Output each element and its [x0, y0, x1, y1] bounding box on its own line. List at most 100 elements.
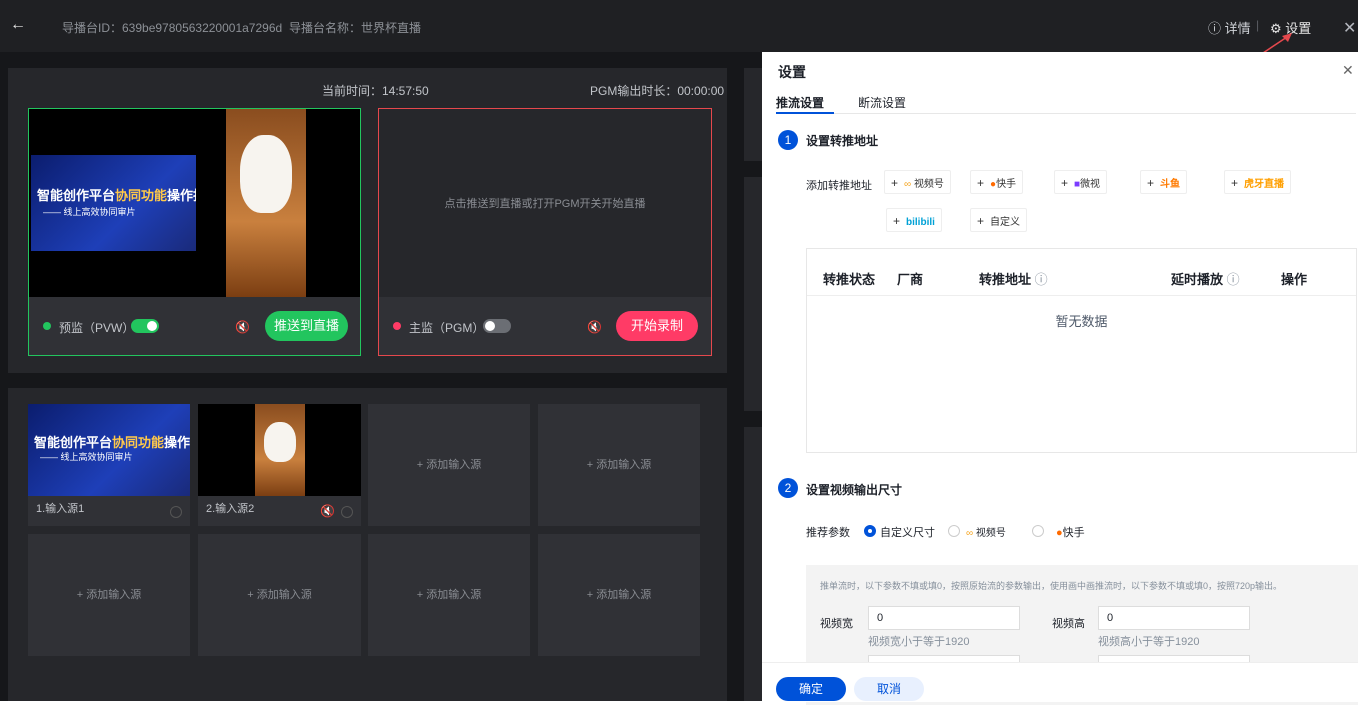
mute-icon[interactable]: 🔇 — [587, 320, 602, 334]
step-1-badge: 1 — [778, 130, 798, 150]
step-2-title: 设置视频输出尺寸 — [806, 483, 903, 497]
current-time: 当前时间：14:57:50 — [322, 84, 429, 98]
pvw-toggle[interactable] — [131, 319, 159, 333]
info-icon[interactable]: ⓘ — [1227, 272, 1240, 287]
dog-video-frame — [226, 109, 306, 297]
pvw-control-bar: 预监（PVW） 🔇 推送到直播 — [29, 297, 360, 355]
video-height-tip: 视频高小于等于1920 — [1098, 636, 1200, 648]
add-source-tile[interactable]: + 添加输入源 — [28, 534, 190, 656]
wechat-channels-icon: ∞ — [966, 528, 974, 539]
video-width-tip: 视频宽小于等于1920 — [868, 636, 970, 648]
video-width-input[interactable]: 0 — [868, 606, 1020, 630]
add-source-tile[interactable]: + 添加输入源 — [538, 404, 700, 526]
source-radio[interactable] — [341, 506, 353, 518]
add-source-tile[interactable]: + 添加输入源 — [368, 534, 530, 656]
pgm-label: 主监（PGM） — [409, 321, 485, 335]
radio-custom-size-label: 自定义尺寸 — [880, 527, 935, 539]
poster-title-suffix: 操作指南 — [167, 188, 196, 203]
settings-drawer: 设置 ✕ 推流设置 断流设置 1 设置转推地址 添加转推地址 + ∞ 视频号 + ●… — [762, 52, 1358, 705]
radio-wechat-channels-text: 视频号 — [975, 528, 1006, 539]
arrow-left-icon[interactable]: ← — [10, 16, 26, 34]
mute-icon[interactable]: 🔇 — [320, 504, 335, 518]
recommend-label: 推荐参数 — [806, 527, 850, 539]
poster-title: 智能创作平台协同功能操作指南 — [34, 432, 190, 451]
tab-cutoff-settings[interactable]: 断流设置 — [858, 94, 906, 111]
add-relay-label: 添加转推地址 — [806, 180, 872, 192]
video-height-label: 视频高 — [1052, 618, 1085, 630]
close-icon[interactable]: ✕ — [1343, 18, 1356, 38]
pgm-monitor[interactable]: 点击推送到直播或打开PGM开关开始直播 主监（PGM） 🔇 开始录制 — [378, 108, 712, 356]
poster-title-suffix: 操作指南 — [164, 435, 190, 450]
tab-push-settings[interactable]: 推流设置 — [776, 94, 824, 111]
source-label: 2.输入源2 — [206, 503, 255, 515]
poster-thumbnail: 智能创作平台协同功能操作指南 —— 线上高效协同审片 — [31, 155, 196, 251]
col-vendor: 厂商 — [897, 272, 924, 287]
workspace: 当前时间：14:57:50 PGM输出时长：00:00:00 智能创作平台协同功… — [0, 52, 762, 701]
tabs-divider — [776, 113, 1356, 114]
pgm-status-dot — [393, 322, 401, 330]
add-weishi-button[interactable]: + ■微视 — [1054, 170, 1108, 194]
pvw-monitor[interactable]: 智能创作平台协同功能操作指南 —— 线上高效协同审片 预监（PVW） 🔇 推送到… — [28, 108, 361, 356]
drawer-footer: 确定 取消 — [762, 662, 1358, 702]
side-panel-b — [744, 177, 762, 411]
add-source-tile[interactable]: + 添加输入源 — [198, 534, 361, 656]
director-name: 导播台名称：世界杯直播 — [289, 21, 422, 35]
source-tile-2[interactable]: 2.输入源2 🔇 — [198, 404, 361, 526]
add-wechat-channels-button[interactable]: + ∞ 视频号 — [884, 170, 951, 194]
pgm-screen: 点击推送到直播或打开PGM开关开始直播 — [379, 109, 711, 297]
source-label: 1.输入源1 — [36, 503, 85, 515]
confirm-button[interactable]: 确定 — [776, 677, 846, 701]
empty-state: 暂无数据 — [1055, 314, 1108, 329]
output-size-hint: 推单流时，以下参数不填或填0，按照原始流的参数输出，使用画中画推流时，以下参数不… — [820, 581, 1283, 591]
step-2-badge: 2 — [778, 478, 798, 498]
poster-thumbnail: 智能创作平台协同功能操作指南 —— 线上高效协同审片 — [28, 404, 190, 496]
dog-image — [264, 422, 296, 462]
add-douyu-button[interactable]: + 斗鱼 — [1140, 170, 1188, 194]
radio-wechat-channels[interactable] — [948, 525, 960, 537]
table-header-divider — [807, 295, 1356, 296]
mute-icon[interactable]: 🔇 — [235, 320, 250, 334]
add-source-tile[interactable]: + 添加输入源 — [538, 534, 700, 656]
douyu-logo: 斗鱼 — [1160, 179, 1181, 190]
pvw-screen: 智能创作平台协同功能操作指南 —— 线上高效协同审片 — [29, 109, 360, 297]
pgm-duration: PGM输出时长：00:00:00 — [590, 84, 725, 98]
add-huya-button[interactable]: + 虎牙直播 — [1224, 170, 1292, 194]
kuaishou-icon: ● — [1056, 527, 1063, 539]
start-record-button[interactable]: 开始录制 — [616, 311, 698, 341]
settings-title: 设置 — [778, 64, 806, 80]
top-bar: ← 导播台ID：639be9780563220001a7296d 导播台名称：世… — [0, 0, 1358, 52]
bilibili-logo: bilibili — [906, 217, 935, 228]
close-icon[interactable]: ✕ — [1342, 62, 1354, 79]
active-tab-indicator — [776, 112, 834, 114]
add-bilibili-button[interactable]: + bilibili — [886, 208, 942, 232]
video-height-input[interactable]: 0 — [1098, 606, 1250, 630]
platform-label: 视频号 — [913, 179, 944, 190]
radio-kuaishou[interactable] — [1032, 525, 1044, 537]
radio-custom-size[interactable] — [864, 525, 876, 537]
radio-kuaishou-label: ●快手 — [1056, 524, 1085, 540]
add-custom-button[interactable]: + 自定义 — [970, 208, 1028, 232]
platform-label: 快手 — [996, 179, 1017, 190]
source-tile-1[interactable]: 智能创作平台协同功能操作指南 —— 线上高效协同审片 1.输入源1 — [28, 404, 190, 526]
poster-title-highlight: 协同功能 — [115, 188, 168, 203]
step-1-title: 设置转推地址 — [806, 134, 879, 148]
dog-image — [240, 135, 292, 213]
video-width-label: 视频宽 — [820, 618, 853, 630]
col-relay-url: 转推地址 ⓘ — [979, 269, 1048, 288]
cancel-button[interactable]: 取消 — [854, 677, 924, 701]
source-radio[interactable] — [170, 506, 182, 518]
side-panel-c — [744, 427, 762, 701]
pvw-label: 预监（PVW） — [59, 321, 135, 335]
add-kuaishou-button[interactable]: + ●快手 — [970, 170, 1024, 194]
pgm-toggle[interactable] — [483, 319, 511, 333]
pvw-status-dot — [43, 322, 51, 330]
add-source-tile[interactable]: + 添加输入源 — [368, 404, 530, 526]
relay-table: 转推状态 厂商 转推地址 ⓘ 延时播放 ⓘ 操作 暂无数据 — [806, 248, 1357, 453]
col-actions: 操作 — [1281, 272, 1308, 287]
push-to-live-button[interactable]: 推送到直播 — [265, 311, 348, 341]
poster-subtitle: —— 线上高效协同审片 — [40, 452, 133, 462]
source-2-screen — [198, 404, 361, 496]
info-icon: ⓘ — [1208, 21, 1222, 36]
sources-panel: 智能创作平台协同功能操作指南 —— 线上高效协同审片 1.输入源1 2.输入源2… — [8, 388, 727, 701]
info-icon[interactable]: ⓘ — [1035, 272, 1048, 287]
